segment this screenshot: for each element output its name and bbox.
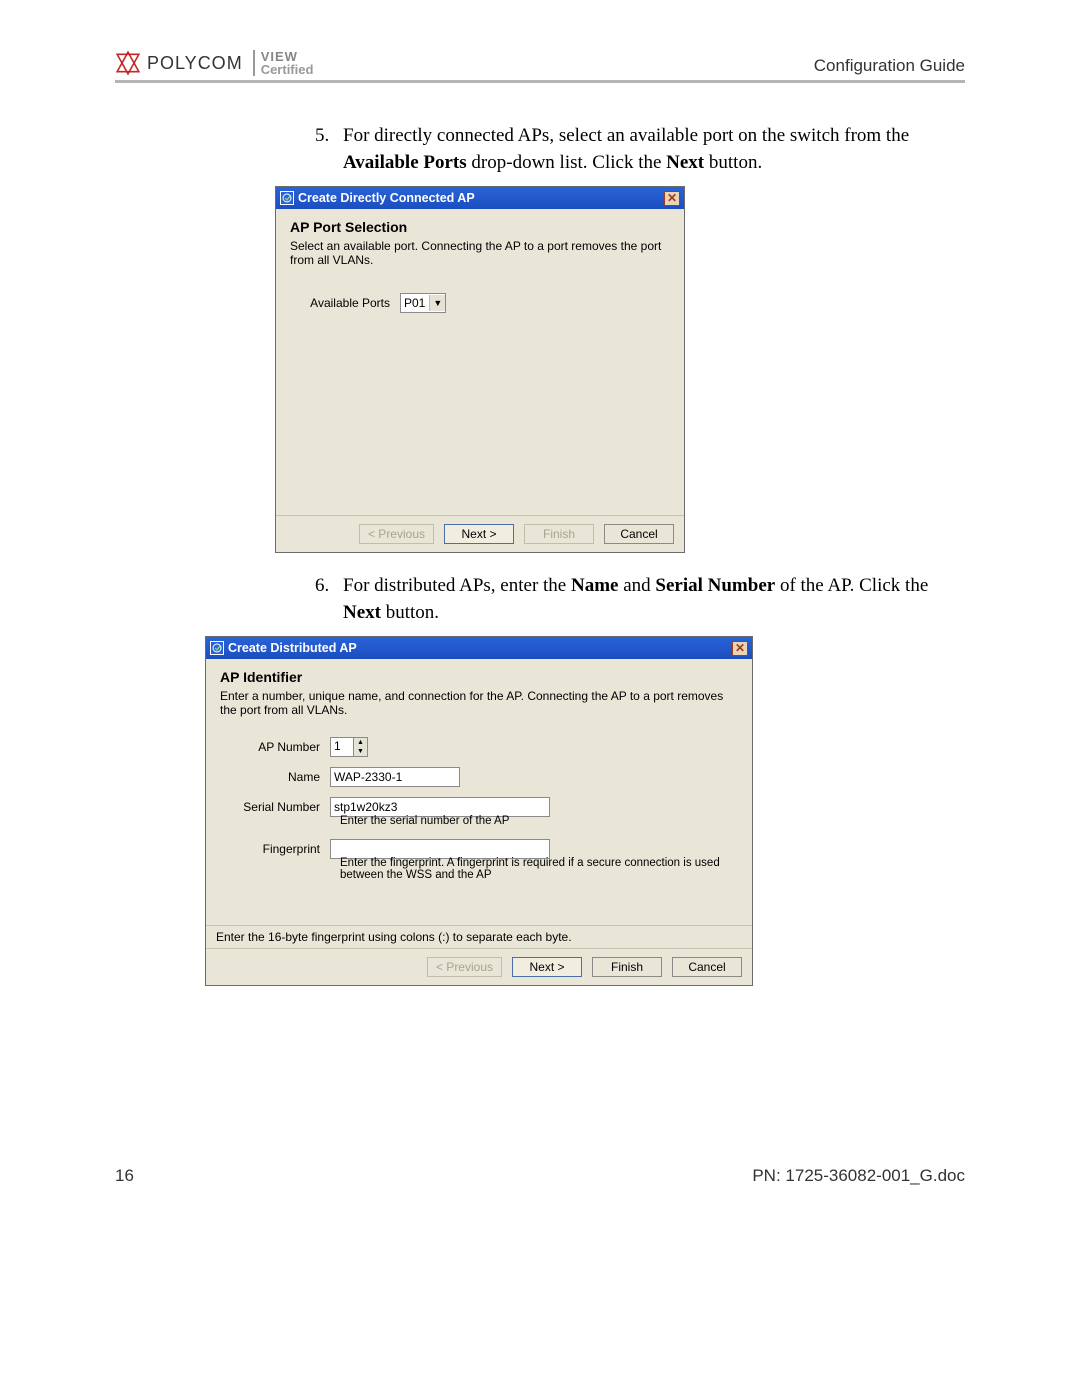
dialog-create-directly-connected-ap: Create Directly Connected AP ✕ AP Port S… [275,186,685,553]
previous-button: < Previous [427,957,502,977]
dialog1-subheading: Select an available port. Connecting the… [290,239,670,267]
doc-id: PN: 1725-36082-001_G.doc [752,1166,965,1186]
cancel-button[interactable]: Cancel [672,957,742,977]
label-name: Name [220,770,330,784]
close-icon[interactable]: ✕ [732,641,748,656]
logo-block: POLYCOM VIEW Certified [115,50,313,76]
view-certified-badge: VIEW Certified [253,50,314,76]
chevron-up-icon: ▲ [354,738,367,747]
doc-title: Configuration Guide [814,56,965,76]
available-ports-dropdown[interactable]: P01 ▼ [400,293,446,313]
label-available-ports: Available Ports [290,296,400,310]
finish-button[interactable]: Finish [592,957,662,977]
finish-button: Finish [524,524,594,544]
chevron-down-icon[interactable]: ▼ [429,295,445,311]
next-button[interactable]: Next > [444,524,514,544]
dialog2-hint-bar: Enter the 16-byte fingerprint using colo… [206,925,752,948]
step-5: 5. For directly connected APs, select an… [115,123,965,176]
dialog2-titlebar[interactable]: Create Distributed AP ✕ [206,637,752,659]
label-fingerprint: Fingerprint [220,842,330,856]
close-icon[interactable]: ✕ [664,191,680,206]
dialog1-titlebar[interactable]: Create Directly Connected AP ✕ [276,187,684,209]
dialog-create-distributed-ap: Create Distributed AP ✕ AP Identifier En… [205,636,753,986]
dialog-app-icon [280,191,294,205]
chevron-down-icon: ▼ [354,747,367,756]
fingerprint-field[interactable] [330,839,550,859]
serial-helper-text: Enter the serial number of the AP [220,815,738,827]
name-field[interactable] [330,767,460,787]
dialog1-heading: AP Port Selection [290,219,670,235]
dialog2-heading: AP Identifier [220,669,738,685]
polycom-logo-icon [115,50,141,76]
dialog-app-icon [210,641,224,655]
page-number: 16 [115,1166,134,1186]
ap-number-stepper[interactable]: 1 ▲▼ [330,737,368,757]
page-footer: 16 PN: 1725-36082-001_G.doc [115,1166,965,1186]
next-button[interactable]: Next > [512,957,582,977]
label-ap-number: AP Number [220,740,330,754]
page-header: POLYCOM VIEW Certified Configuration Gui… [115,50,965,83]
cancel-button[interactable]: Cancel [604,524,674,544]
serial-number-field[interactable] [330,797,550,817]
fingerprint-helper-text: Enter the fingerprint. A fingerprint is … [220,857,738,881]
label-serial-number: Serial Number [220,800,330,814]
brand-text: POLYCOM [147,53,243,74]
step-6: 6. For distributed APs, enter the Name a… [115,573,965,626]
dialog2-subheading: Enter a number, unique name, and connect… [220,689,738,717]
previous-button: < Previous [359,524,434,544]
